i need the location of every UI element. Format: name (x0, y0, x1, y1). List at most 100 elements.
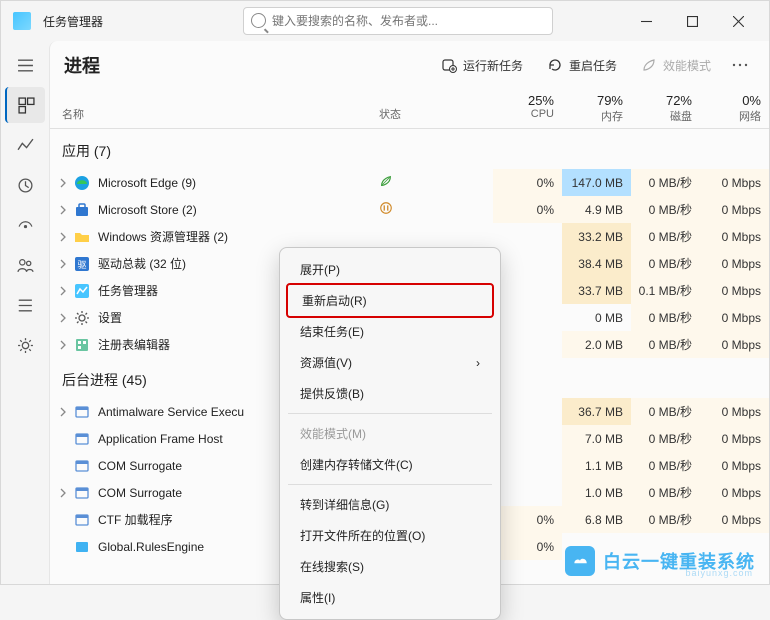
cpu-cell: 0% (493, 169, 562, 196)
chevron-right-icon[interactable] (54, 228, 72, 246)
restart-task-button[interactable]: 重启任务 (537, 52, 627, 79)
nav-users[interactable] (5, 247, 45, 283)
mem-cell: 36.7 MB (562, 398, 631, 425)
chevron-right-icon[interactable] (54, 484, 72, 502)
cpu-cell (493, 479, 562, 506)
cpu-cell (493, 331, 562, 358)
nav-history[interactable] (5, 167, 45, 203)
net-cell: 0 Mbps (700, 452, 769, 479)
watermark: 白云一键重装系统 baiyunxg.com (565, 546, 755, 576)
chevron-right-icon: › (476, 356, 480, 370)
mem-cell: 4.9 MB (562, 196, 631, 223)
net-cell: 0 Mbps (700, 506, 769, 533)
group-apps: 应用 (7) (50, 129, 769, 169)
chevron-right-icon[interactable] (54, 255, 72, 273)
process-row[interactable]: Windows 资源管理器 (2)33.2 MB0 MB/秒0 Mbps (50, 223, 769, 250)
ctx-expand[interactable]: 展开(P) (286, 254, 494, 285)
process-row[interactable]: Microsoft Edge (9)0%147.0 MB0 MB/秒0 Mbps (50, 169, 769, 196)
hamburger-icon[interactable] (5, 47, 45, 83)
disk-cell: 0 MB/秒 (631, 452, 700, 479)
col-disk[interactable]: 72%磁盘 (631, 89, 700, 128)
ctx-properties[interactable]: 属性(I) (286, 582, 494, 613)
col-status[interactable]: 状态 (379, 89, 493, 128)
restart-icon (547, 57, 563, 73)
maximize-button[interactable] (669, 5, 715, 37)
net-cell: 0 Mbps (700, 196, 769, 223)
col-name[interactable]: 名称 (58, 89, 379, 128)
leaf-icon (379, 174, 393, 188)
net-cell: 0 Mbps (700, 250, 769, 277)
net-cell: 0 Mbps (700, 223, 769, 250)
ctx-search-online[interactable]: 在线搜索(S) (286, 551, 494, 582)
ctx-end-task[interactable]: 结束任务(E) (286, 316, 494, 347)
mem-cell: 147.0 MB (562, 169, 631, 196)
process-status (379, 174, 493, 191)
run-new-task-button[interactable]: 运行新任务 (431, 52, 533, 79)
disk-cell: 0 MB/秒 (631, 398, 700, 425)
pause-icon (379, 201, 393, 215)
chevron-right-icon[interactable] (54, 282, 72, 300)
nav-processes[interactable] (5, 87, 45, 123)
net-cell: 0 Mbps (700, 331, 769, 358)
process-icon (74, 337, 90, 353)
nav-details[interactable] (5, 287, 45, 323)
process-icon (74, 431, 90, 447)
mem-cell: 33.7 MB (562, 277, 631, 304)
ctx-open-location[interactable]: 打开文件所在的位置(O) (286, 520, 494, 551)
net-cell: 0 Mbps (700, 398, 769, 425)
app-title: 任务管理器 (43, 13, 103, 30)
minimize-button[interactable] (623, 5, 669, 37)
watermark-logo (565, 546, 595, 576)
process-icon: 驱 (74, 256, 90, 272)
disk-cell: 0 MB/秒 (631, 196, 700, 223)
ctx-goto-details[interactable]: 转到详细信息(G) (286, 489, 494, 520)
col-cpu[interactable]: 25%CPU (493, 89, 562, 128)
mem-cell: 1.0 MB (562, 479, 631, 506)
nav-startup[interactable] (5, 207, 45, 243)
more-icon (732, 63, 748, 67)
ctx-create-dump[interactable]: 创建内存转储文件(C) (286, 449, 494, 480)
page-title: 进程 (64, 52, 100, 78)
ctx-efficiency: 效能模式(M) (286, 418, 494, 449)
nav-services[interactable] (5, 327, 45, 363)
cpu-cell (493, 425, 562, 452)
disk-cell: 0 MB/秒 (631, 250, 700, 277)
app-icon (13, 12, 31, 30)
mem-cell: 38.4 MB (562, 250, 631, 277)
cpu-cell: 0% (493, 533, 562, 560)
process-row[interactable]: Microsoft Store (2)0%4.9 MB0 MB/秒0 Mbps (50, 196, 769, 223)
chevron-right-icon[interactable] (54, 403, 72, 421)
chevron-right-icon[interactable] (54, 174, 72, 192)
net-cell: 0 Mbps (700, 479, 769, 506)
col-mem[interactable]: 79%内存 (562, 89, 631, 128)
disk-cell: 0 MB/秒 (631, 425, 700, 452)
cpu-cell (493, 223, 562, 250)
ctx-restart[interactable]: 重新启动(R) (286, 283, 494, 318)
more-button[interactable] (725, 51, 755, 79)
watermark-sub: baiyunxg.com (685, 568, 753, 578)
process-icon (74, 202, 90, 218)
process-name: Microsoft Store (2) (98, 203, 379, 217)
ctx-feedback[interactable]: 提供反馈(B) (286, 378, 494, 409)
chevron-right-icon[interactable] (54, 309, 72, 327)
net-cell: 0 Mbps (700, 425, 769, 452)
chevron-right-icon[interactable] (54, 201, 72, 219)
nav-performance[interactable] (5, 127, 45, 163)
disk-cell: 0 MB/秒 (631, 223, 700, 250)
context-menu: 展开(P) 重新启动(R) 结束任务(E) 资源值(V)› 提供反馈(B) 效能… (279, 247, 501, 620)
col-net[interactable]: 0%网络 (700, 89, 769, 128)
cpu-cell (493, 398, 562, 425)
process-icon (74, 539, 90, 555)
disk-cell: 0 MB/秒 (631, 506, 700, 533)
search-icon (251, 13, 266, 28)
ctx-resource-values[interactable]: 资源值(V)› (286, 347, 494, 378)
mem-cell: 6.8 MB (562, 506, 631, 533)
efficiency-mode-button: 效能模式 (631, 52, 721, 79)
process-icon (74, 512, 90, 528)
search-input[interactable] (243, 7, 553, 35)
close-button[interactable] (715, 5, 761, 37)
cpu-cell (493, 250, 562, 277)
chevron-right-icon[interactable] (54, 336, 72, 354)
column-headers: 名称 状态 25%CPU 79%内存 72%磁盘 0%网络 (50, 89, 769, 129)
leaf-icon (641, 57, 657, 73)
